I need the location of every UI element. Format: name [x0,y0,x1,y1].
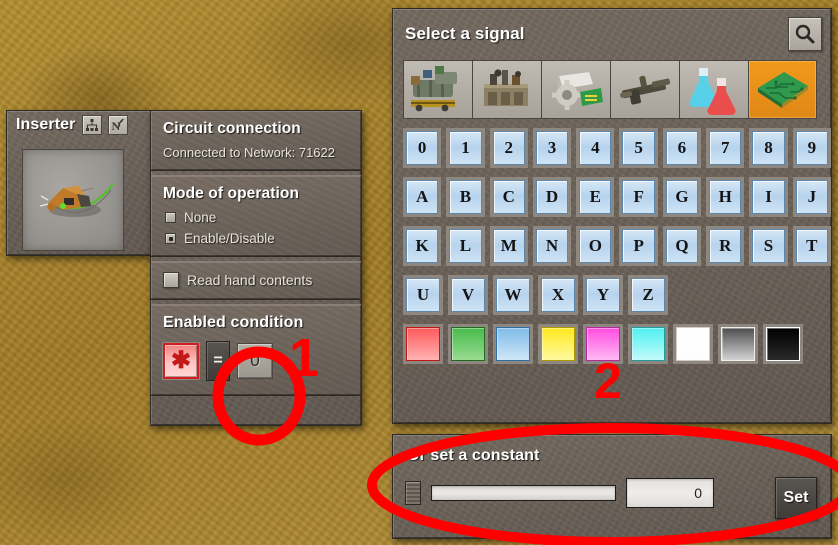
set-constant-controls: 0 [393,465,831,508]
condition-signal-slot[interactable]: ✱ [162,342,200,380]
annotation-label-2: 2 [594,353,622,409]
signal-key-z[interactable]: Z [631,278,665,312]
inserter-sprite [39,183,114,217]
circuit-connection-status: Connected to Network: 71622 [163,145,335,160]
signal-color-cyan[interactable] [631,327,665,361]
mode-of-operation-title: Mode of operation [163,185,300,202]
signal-color-blue[interactable] [496,327,530,361]
signal-key-8[interactable]: 8 [752,131,785,165]
radio-option-enable-disable[interactable]: Enable/Disable [165,231,349,246]
signal-key-g[interactable]: G [665,180,699,214]
entity-titlebar: Inserter N [7,111,151,139]
signal-key-a[interactable]: A [406,180,439,214]
tab-combat[interactable] [610,60,679,119]
signal-color-yellow[interactable] [541,327,575,361]
condition-constant-value: 0 [250,351,260,370]
signal-key-i[interactable]: I [752,180,785,214]
mode-of-operation-section: Mode of operation None Enable/Disable [151,175,361,257]
signal-key-p[interactable]: P [622,229,655,263]
select-signal-title: Select a signal [405,24,525,43]
tab-production[interactable] [472,60,541,119]
read-hand-contents-checkbox[interactable] [163,272,179,288]
signal-color-green[interactable] [451,327,485,361]
condition-constant-slot[interactable]: 0 [237,343,273,379]
enabled-condition-row: ✱ = 0 [162,341,349,381]
signal-key-m[interactable]: M [492,229,525,263]
radio-indicator-enable-disable [165,233,176,244]
entity-preview [22,149,124,251]
annotation-label-1: 1 [289,328,320,388]
signal-key-b[interactable]: B [449,180,482,214]
radio-indicator-none [165,212,176,223]
entity-title: Inserter [16,116,76,133]
signal-key-9[interactable]: 9 [795,131,828,165]
signal-row-letters-1: A B C D E F G H I J [403,177,831,217]
signal-key-q[interactable]: Q [665,229,699,263]
signal-row-letters-3: U V W X Y Z [403,275,831,315]
read-hand-contents-section[interactable]: Read hand contents [151,261,361,300]
signal-color-black[interactable] [766,327,800,361]
signal-key-1[interactable]: 1 [449,131,482,165]
entity-card: Inserter N [6,110,152,256]
signal-key-e[interactable]: E [579,180,612,214]
wildcard-signal-icon: ✱ [170,347,192,374]
tab-fluids-science[interactable] [679,60,748,119]
signal-key-s[interactable]: S [752,229,785,263]
signal-key-7[interactable]: 7 [709,131,742,165]
signal-key-x[interactable]: X [541,278,575,312]
signal-key-c[interactable]: C [492,180,525,214]
signal-key-n[interactable]: N [535,229,569,263]
signal-key-0[interactable]: 0 [406,131,439,165]
signal-key-2[interactable]: 2 [492,131,525,165]
radio-option-none[interactable]: None [165,210,349,225]
signal-key-w[interactable]: W [496,278,530,312]
signal-key-t[interactable]: T [795,229,828,263]
entity-settings-panel: Circuit connection Connected to Network:… [150,110,362,426]
signal-key-u[interactable]: U [406,278,440,312]
tab-intermediate-products[interactable] [541,60,610,119]
signal-key-3[interactable]: 3 [535,131,569,165]
select-signal-header: Select a signal [393,9,831,51]
search-icon[interactable] [788,17,822,51]
circuit-connection-section: Circuit connection Connected to Network:… [151,111,361,171]
tab-circuit-signals[interactable] [748,60,817,119]
signal-key-d[interactable]: D [535,180,569,214]
set-constant-title: Or set a constant [407,447,540,464]
signal-key-h[interactable]: H [709,180,742,214]
signal-key-k[interactable]: K [406,229,439,263]
wireless-network-icon[interactable]: N [107,115,128,135]
constant-slider-track[interactable] [431,485,616,501]
signal-color-white[interactable] [676,327,710,361]
signal-key-o[interactable]: O [579,229,612,263]
signal-color-grey[interactable] [721,327,755,361]
read-hand-contents-label: Read hand contents [187,272,313,288]
radio-label-none: None [184,210,217,225]
circuit-network-icon[interactable] [81,115,102,135]
signal-key-v[interactable]: V [451,278,485,312]
enabled-condition-section: Enabled condition ✱ = 0 [151,304,361,396]
signal-key-5[interactable]: 5 [622,131,655,165]
signal-key-j[interactable]: J [795,180,828,214]
signal-key-y[interactable]: Y [586,278,620,312]
signal-row-letters-2: K L M N O P Q R S T [403,226,831,266]
signal-row-digits: 0 1 2 3 4 5 6 7 8 9 [403,128,831,168]
tab-logistics[interactable] [403,60,472,119]
signal-key-l[interactable]: L [449,229,482,263]
read-hand-contents-checkbox-row[interactable]: Read hand contents [163,272,349,288]
signal-key-6[interactable]: 6 [665,131,699,165]
signal-key-r[interactable]: R [709,229,742,263]
radio-label-enable-disable: Enable/Disable [184,231,275,246]
constant-number-input[interactable]: 0 [626,478,714,508]
signal-color-red[interactable] [406,327,440,361]
set-button[interactable]: Set [775,477,817,519]
set-constant-panel: Or set a constant 0 Set [392,434,832,539]
enabled-condition-title: Enabled condition [163,314,304,331]
constant-slider-handle[interactable] [405,481,421,505]
signal-group-tabs [403,60,831,119]
signal-key-f[interactable]: F [622,180,655,214]
condition-operator-dropdown[interactable]: = [206,341,230,381]
signal-key-4[interactable]: 4 [579,131,612,165]
circuit-connection-title: Circuit connection [163,120,301,137]
